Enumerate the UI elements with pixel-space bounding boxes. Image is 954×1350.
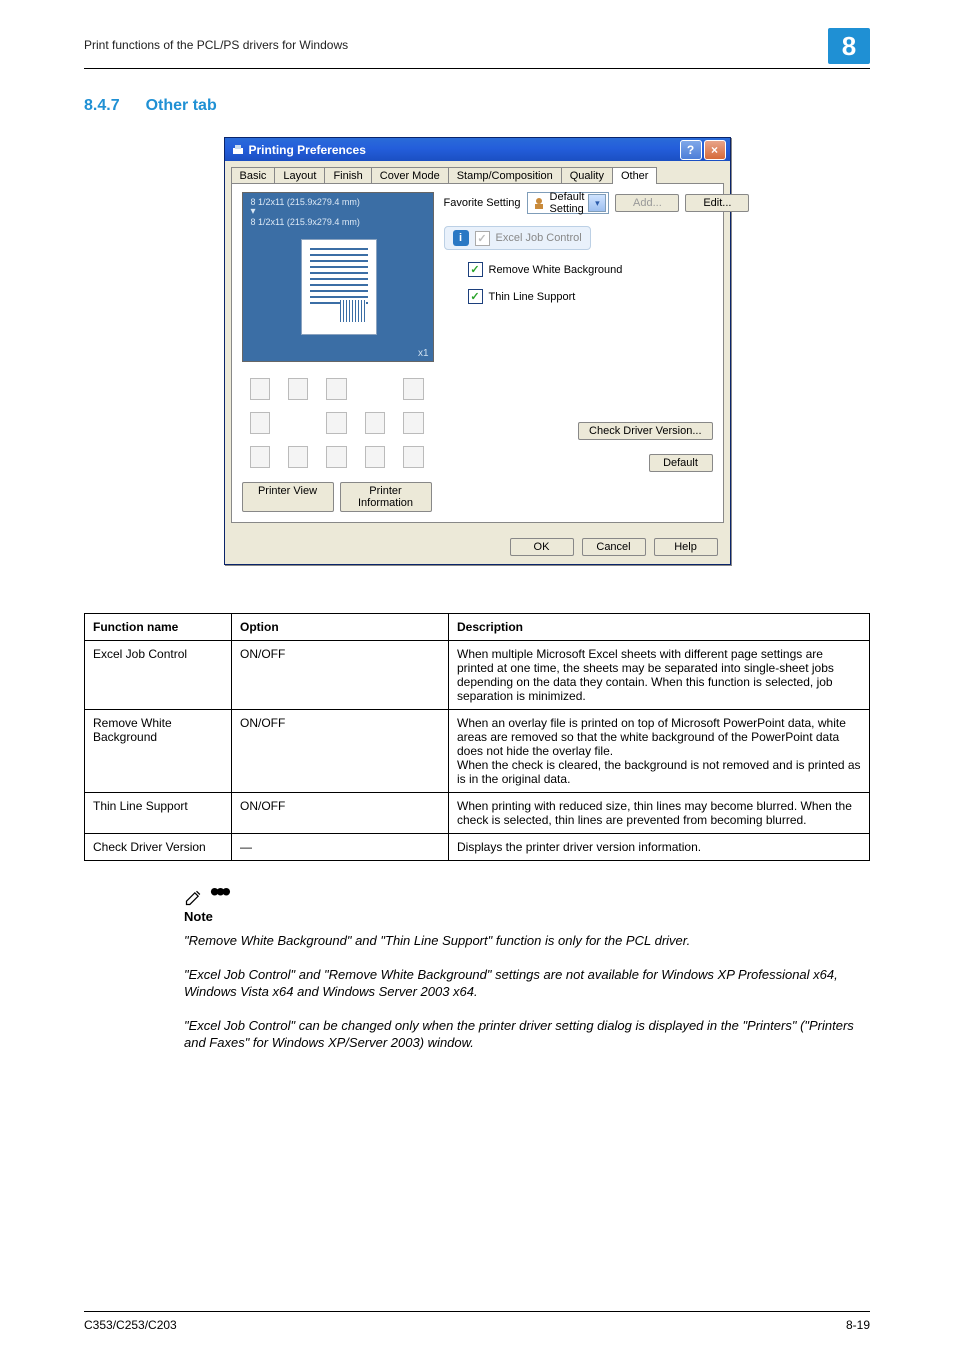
feature-icon <box>403 378 423 400</box>
note-dots-icon: ••• <box>206 876 227 907</box>
cell-fn: Remove White Background <box>85 710 232 793</box>
cell-op: ON/OFF <box>232 710 449 793</box>
table-row: Excel Job Control ON/OFF When multiple M… <box>85 641 870 710</box>
feature-icon <box>288 378 308 400</box>
cell-fn: Thin Line Support <box>85 793 232 834</box>
feature-icon <box>403 446 423 468</box>
preview-size-original: 8 1/2x11 (215.9x279.4 mm) <box>243 193 433 208</box>
cell-fn: Excel Job Control <box>85 641 232 710</box>
page-preview: 8 1/2x11 (215.9x279.4 mm) ▾ 8 1/2x11 (21… <box>242 192 434 362</box>
check-driver-version-button[interactable]: Check Driver Version... <box>578 422 712 440</box>
favorite-add-button[interactable]: Add... <box>615 194 679 212</box>
thin-line-support-checkbox[interactable]: ✓ <box>468 289 483 304</box>
dialog-title: Printing Preferences <box>249 143 678 157</box>
tab-layout[interactable]: Layout <box>274 167 325 184</box>
feature-icon-grid <box>242 372 432 474</box>
cell-op: ON/OFF <box>232 641 449 710</box>
preview-size-output: 8 1/2x11 (215.9x279.4 mm) <box>243 216 433 228</box>
table-header-function: Function name <box>85 614 232 641</box>
titlebar-help-button[interactable]: ? <box>680 140 702 160</box>
printer-view-button[interactable]: Printer View <box>242 482 334 512</box>
printer-icon <box>231 143 245 157</box>
tab-finish[interactable]: Finish <box>324 167 371 184</box>
section-number: 8.4.7 <box>84 97 120 115</box>
tab-basic[interactable]: Basic <box>231 167 276 184</box>
feature-icon <box>326 412 346 434</box>
favorite-setting-select[interactable]: Default Setting ▾ <box>527 192 610 214</box>
footer-page-number: 8-19 <box>846 1318 870 1332</box>
info-icon: i <box>453 230 469 246</box>
cell-desc: When multiple Microsoft Excel sheets wit… <box>449 641 870 710</box>
dialog-titlebar: Printing Preferences ? × <box>225 138 730 161</box>
feature-icon <box>403 412 423 434</box>
table-header-option: Option <box>232 614 449 641</box>
chevron-down-icon: ▾ <box>588 194 606 212</box>
note-title: Note <box>184 909 864 924</box>
dialog-tabbar: Basic Layout Finish Cover Mode Stamp/Com… <box>225 161 730 184</box>
breadcrumb: Print functions of the PCL/PS drivers fo… <box>84 28 348 52</box>
note-paragraph: "Remove White Background" and "Thin Line… <box>184 932 864 950</box>
cell-op: — <box>232 834 449 861</box>
preview-zoom-badge: x1 <box>418 348 429 359</box>
note-paragraph: "Excel Job Control" can be changed only … <box>184 1017 864 1052</box>
tab-stamp-composition[interactable]: Stamp/Composition <box>448 167 562 184</box>
cell-op: ON/OFF <box>232 793 449 834</box>
table-row: Thin Line Support ON/OFF When printing w… <box>85 793 870 834</box>
table-row: Remove White Background ON/OFF When an o… <box>85 710 870 793</box>
excel-job-control-checkbox[interactable]: ✓ <box>475 231 490 246</box>
thin-line-support-label: Thin Line Support <box>489 291 576 303</box>
down-arrow-icon: ▾ <box>243 208 433 216</box>
favorite-edit-button[interactable]: Edit... <box>685 194 749 212</box>
titlebar-close-button[interactable]: × <box>704 140 726 160</box>
feature-icon <box>250 412 270 434</box>
note-paragraph: "Excel Job Control" and "Remove White Ba… <box>184 966 864 1001</box>
cell-desc: When printing with reduced size, thin li… <box>449 793 870 834</box>
tab-quality[interactable]: Quality <box>561 167 613 184</box>
favorite-setting-value: Default Setting <box>550 191 585 215</box>
function-table: Function name Option Description Excel J… <box>84 613 870 861</box>
footer-model: C353/C253/C203 <box>84 1318 177 1332</box>
feature-icon <box>326 378 346 400</box>
excel-job-control-label: Excel Job Control <box>496 232 582 244</box>
feature-icon <box>250 378 270 400</box>
default-button[interactable]: Default <box>649 454 713 472</box>
tab-other[interactable]: Other <box>612 167 658 184</box>
favorite-setting-label: Favorite Setting <box>444 197 521 209</box>
section-title: Other tab <box>146 97 217 115</box>
pencil-icon <box>184 887 204 907</box>
cell-fn: Check Driver Version <box>85 834 232 861</box>
person-icon <box>532 196 546 210</box>
cancel-button[interactable]: Cancel <box>582 538 646 556</box>
tab-cover-mode[interactable]: Cover Mode <box>371 167 449 184</box>
table-row: Check Driver Version — Displays the prin… <box>85 834 870 861</box>
feature-icon <box>250 446 270 468</box>
printer-information-button[interactable]: Printer Information <box>340 482 432 512</box>
remove-white-background-label: Remove White Background <box>489 264 623 276</box>
feature-icon <box>326 446 346 468</box>
note-block: ••• Note "Remove White Background" and "… <box>184 887 864 1052</box>
remove-white-background-checkbox[interactable]: ✓ <box>468 262 483 277</box>
cell-desc: Displays the printer driver version info… <box>449 834 870 861</box>
help-button[interactable]: Help <box>654 538 718 556</box>
chapter-badge: 8 <box>828 28 870 64</box>
feature-icon <box>288 446 308 468</box>
feature-icon <box>365 412 385 434</box>
ok-button[interactable]: OK <box>510 538 574 556</box>
excel-job-control-group: i ✓ Excel Job Control <box>444 226 591 250</box>
table-header-description: Description <box>449 614 870 641</box>
feature-icon <box>365 446 385 468</box>
cell-desc: When an overlay file is printed on top o… <box>449 710 870 793</box>
printing-preferences-dialog: Printing Preferences ? × Basic Layout Fi… <box>224 137 731 565</box>
